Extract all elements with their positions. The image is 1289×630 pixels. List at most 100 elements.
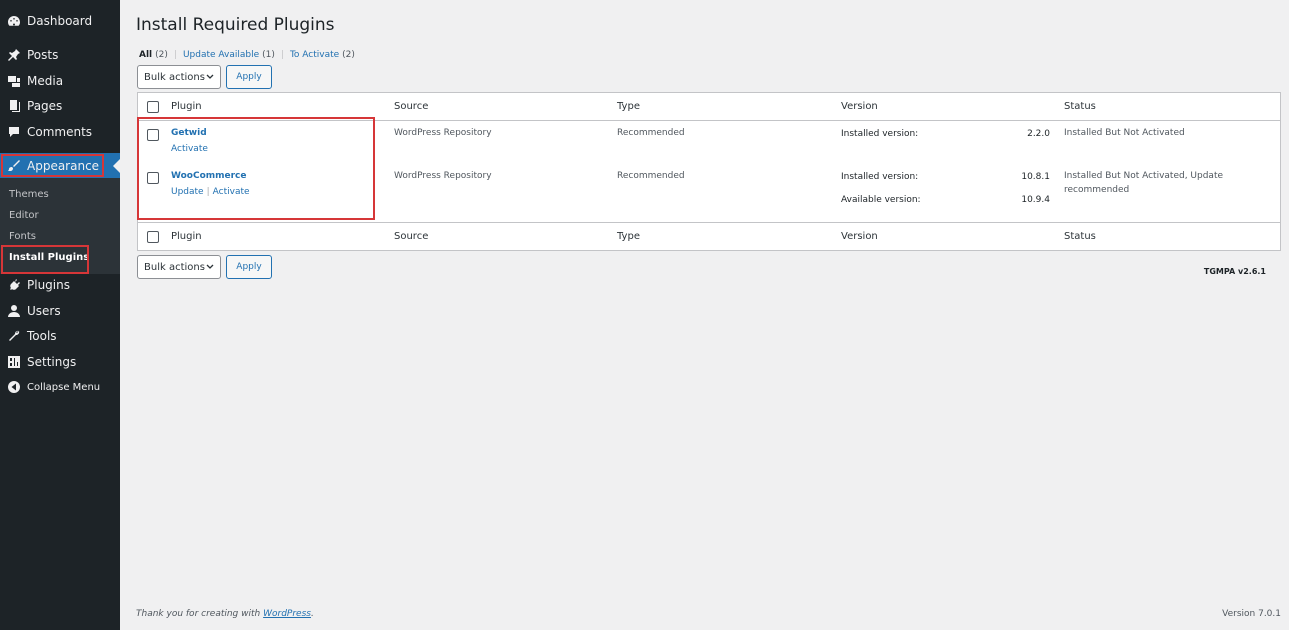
menu-settings[interactable]: Settings — [0, 349, 120, 375]
menu-comments[interactable]: Comments — [0, 119, 120, 145]
table-header: Plugin Source Type Version Status — [138, 93, 1280, 121]
filter-all[interactable]: All — [139, 50, 152, 60]
menu-collapse[interactable]: Collapse Menu — [0, 374, 120, 400]
paintbrush-icon — [7, 159, 21, 173]
menu-pages-label: Pages — [27, 99, 63, 113]
column-version-footer: Version — [841, 231, 878, 242]
installed-version-woocommerce: 10.8.1 — [1021, 172, 1050, 182]
installed-version-label: Installed version: — [841, 172, 919, 182]
user-icon — [7, 304, 21, 318]
row-checkbox-getwid[interactable] — [147, 129, 159, 141]
footer-version: Version 7.0.1 — [1222, 609, 1281, 619]
status-filter-links: All (2) | Update Available (1) | To Acti… — [139, 50, 355, 60]
column-source-footer[interactable]: Source — [394, 231, 428, 242]
menu-plugins[interactable]: Plugins — [0, 272, 120, 298]
source-getwid: WordPress Repository — [394, 128, 492, 138]
filter-separator: | — [173, 50, 177, 60]
filter-update-count: (1) — [262, 50, 275, 60]
footer-thanks-suffix: . — [310, 609, 314, 619]
update-link-woocommerce[interactable]: Update — [171, 187, 204, 197]
filter-activate-count: (2) — [342, 50, 355, 60]
appearance-submenu: Themes Editor Fonts Install Plugins — [0, 178, 120, 274]
action-separator: | — [206, 187, 210, 197]
footer-thanks-text: Thank you for creating with — [136, 609, 261, 619]
column-source[interactable]: Source — [394, 101, 428, 112]
menu-collapse-label: Collapse Menu — [27, 381, 101, 393]
admin-sidebar: Dashboard Posts Media Pages Comments App… — [0, 0, 120, 630]
chevron-down-icon — [206, 74, 214, 79]
submenu-editor[interactable]: Editor — [0, 205, 120, 226]
pushpin-icon — [7, 48, 21, 62]
type-getwid: Recommended — [617, 128, 685, 138]
available-version-woocommerce: 10.9.4 — [1021, 195, 1050, 205]
column-type-footer[interactable]: Type — [617, 231, 640, 242]
source-woocommerce: WordPress Repository — [394, 171, 492, 181]
menu-users-label: Users — [27, 304, 61, 318]
column-status: Status — [1064, 101, 1096, 112]
plugin-name-woocommerce[interactable]: WooCommerce — [171, 171, 247, 181]
menu-media-label: Media — [27, 74, 64, 88]
settings-icon — [7, 355, 21, 369]
tgmpa-version: TGMPA v2.6.1 — [1203, 267, 1266, 276]
bulk-actions-select-top[interactable]: Bulk actions — [137, 65, 221, 89]
pages-icon — [7, 99, 21, 113]
menu-tools-label: Tools — [27, 329, 57, 343]
plugin-icon — [7, 278, 21, 292]
menu-users[interactable]: Users — [0, 298, 120, 324]
submenu-install-plugins[interactable]: Install Plugins — [0, 247, 120, 268]
main-content: Install Required Plugins All (2) | Updat… — [120, 0, 1289, 630]
menu-comments-label: Comments — [27, 125, 93, 139]
menu-appearance-label: Appearance — [27, 159, 100, 173]
menu-posts-label: Posts — [27, 48, 59, 62]
column-type[interactable]: Type — [617, 101, 640, 112]
menu-pages[interactable]: Pages — [0, 93, 120, 119]
bulk-actions-select-bottom[interactable]: Bulk actions — [137, 255, 221, 279]
menu-posts[interactable]: Posts — [0, 42, 120, 68]
bulk-actions-label: Bulk actions — [144, 71, 205, 83]
collapse-icon — [7, 380, 21, 394]
activate-link-getwid[interactable]: Activate — [171, 144, 208, 154]
menu-settings-label: Settings — [27, 355, 77, 369]
plugin-name-getwid[interactable]: Getwid — [171, 128, 207, 138]
column-plugin[interactable]: Plugin — [171, 101, 202, 112]
status-getwid: Installed But Not Activated — [1064, 128, 1185, 138]
activate-link-woocommerce[interactable]: Activate — [213, 187, 250, 197]
status-woocommerce: Installed But Not Activated, Update reco… — [1064, 171, 1224, 195]
select-all-checkbox-footer[interactable] — [147, 231, 159, 243]
menu-dashboard[interactable]: Dashboard — [0, 8, 120, 34]
footer-thanks: Thank you for creating with WordPress. — [136, 609, 314, 619]
menu-media[interactable]: Media — [0, 68, 120, 94]
menu-tools[interactable]: Tools — [0, 323, 120, 349]
submenu-fonts[interactable]: Fonts — [0, 226, 120, 247]
filter-all-count: (2) — [155, 50, 168, 60]
wordpress-link[interactable]: WordPress — [263, 609, 311, 619]
wrench-icon — [7, 329, 21, 343]
menu-dashboard-label: Dashboard — [27, 14, 93, 28]
menu-appearance[interactable]: Appearance — [0, 153, 120, 179]
select-all-checkbox[interactable] — [147, 101, 159, 113]
media-icon — [7, 74, 21, 88]
plugins-table: Plugin Source Type Version Status Getwid… — [137, 92, 1281, 251]
row-checkbox-woocommerce[interactable] — [147, 172, 159, 184]
apply-button-bottom[interactable]: Apply — [226, 255, 272, 279]
available-version-label: Available version: — [841, 195, 921, 205]
column-plugin-footer[interactable]: Plugin — [171, 231, 202, 242]
menu-plugins-label: Plugins — [27, 278, 70, 292]
type-woocommerce: Recommended — [617, 171, 685, 181]
column-version: Version — [841, 101, 878, 112]
chevron-down-icon — [206, 264, 214, 269]
installed-version-getwid: 2.2.0 — [1027, 129, 1050, 139]
comment-icon — [7, 125, 21, 139]
column-status-footer: Status — [1064, 231, 1096, 242]
table-footer: Plugin Source Type Version Status — [138, 222, 1280, 250]
submenu-themes[interactable]: Themes — [0, 184, 120, 205]
page-title: Install Required Plugins — [136, 15, 335, 35]
installed-version-label: Installed version: — [841, 129, 919, 139]
filter-to-activate[interactable]: To Activate — [290, 50, 339, 60]
filter-separator: | — [280, 50, 284, 60]
row-actions-woocommerce: Update | Activate — [171, 187, 250, 197]
filter-update-available[interactable]: Update Available — [183, 50, 259, 60]
bulk-actions-label: Bulk actions — [144, 261, 205, 273]
dashboard-icon — [7, 14, 21, 28]
apply-button-top[interactable]: Apply — [226, 65, 272, 89]
